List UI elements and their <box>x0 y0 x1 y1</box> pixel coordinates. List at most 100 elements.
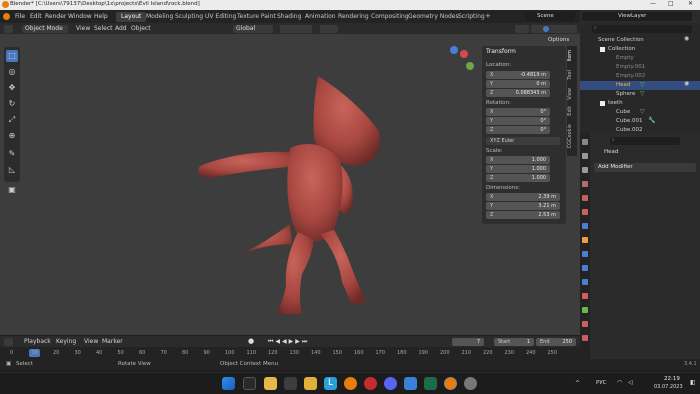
rotate-tool-icon[interactable]: ↻ <box>6 98 18 110</box>
menu-select[interactable]: Select <box>94 26 113 32</box>
scale-z-field[interactable]: Z 1.000 <box>486 174 550 182</box>
list-item[interactable]: Empty.001 <box>580 63 700 72</box>
list-item[interactable]: Empty <box>580 54 700 63</box>
editor-type-icon[interactable] <box>4 25 13 33</box>
list-item[interactable]: Empty.002 <box>580 72 700 81</box>
transform-header[interactable]: Transform <box>486 49 516 55</box>
menu-window[interactable]: Window <box>68 14 92 20</box>
list-item[interactable]: Cube.002 <box>580 126 700 133</box>
menu-add[interactable]: Add <box>115 26 127 32</box>
rotation-y-field[interactable]: Y 0° <box>486 117 550 125</box>
tab-item[interactable]: Item <box>567 50 576 61</box>
outliner-search-input[interactable]: ⌕ <box>592 25 692 33</box>
tool-tab-icon[interactable] <box>582 139 588 145</box>
menu-playback[interactable]: Playback <box>24 339 51 345</box>
options-button[interactable]: Options <box>548 37 569 44</box>
list-item[interactable]: Cube ▽ <box>580 108 700 117</box>
list-item[interactable]: Sphere ▽ <box>580 90 700 99</box>
opera-icon[interactable] <box>364 377 377 390</box>
volume-icon[interactable]: ◁ <box>628 380 633 386</box>
tab-view[interactable]: View <box>567 88 576 100</box>
app-icon[interactable] <box>284 377 297 390</box>
scale-tool-icon[interactable]: ⤢ <box>6 114 18 126</box>
measure-tool-icon[interactable]: ◺ <box>6 164 18 176</box>
notification-icon[interactable]: ◧ <box>690 380 696 386</box>
gizmo-x-icon[interactable] <box>460 50 468 58</box>
tray-chevron-icon[interactable]: ^ <box>575 381 580 387</box>
list-item[interactable]: Cube.001 🔧 <box>580 117 700 126</box>
rotation-x-field[interactable]: X 0° <box>486 108 550 116</box>
view-layer-selector[interactable]: ViewLayer <box>582 12 692 21</box>
shading-mode-group[interactable] <box>531 25 577 33</box>
list-item[interactable]: Scene Collection <box>580 36 700 45</box>
menu-keying[interactable]: Keying <box>56 339 76 345</box>
timeline-editor-icon[interactable] <box>4 338 13 346</box>
annotate-tool-icon[interactable]: ✎ <box>6 148 18 160</box>
collection-tab-icon[interactable] <box>582 223 588 229</box>
render-tab-icon[interactable] <box>582 153 588 159</box>
list-item[interactable]: Head ▽ <box>580 81 700 90</box>
physics-tab-icon[interactable] <box>582 279 588 285</box>
maximize-icon[interactable]: □ <box>668 1 674 7</box>
rotation-mode-select[interactable]: XYZ Euler <box>486 137 560 145</box>
windows-start-icon[interactable] <box>222 377 235 390</box>
settings-gear-icon[interactable] <box>464 377 477 390</box>
output-tab-icon[interactable] <box>582 167 588 173</box>
current-frame-field[interactable]: 7 <box>452 338 484 346</box>
properties-search-input[interactable]: ⌕ <box>610 137 680 145</box>
minimize-icon[interactable]: — <box>650 1 656 7</box>
list-item[interactable]: teeth <box>580 99 700 108</box>
cursor-tool-icon[interactable]: ◎ <box>6 66 18 78</box>
data-tab-icon[interactable] <box>582 307 588 313</box>
overlays-icon[interactable] <box>515 25 529 33</box>
menu-file[interactable]: File <box>15 14 25 20</box>
rotation-z-field[interactable]: Z 0° <box>486 126 550 134</box>
location-y-field[interactable]: Y 0 m <box>486 80 550 88</box>
scene-tab-icon[interactable] <box>582 195 588 201</box>
texture-tab-icon[interactable] <box>582 335 588 341</box>
view-layer-tab-icon[interactable] <box>582 181 588 187</box>
l-app-icon[interactable]: L <box>324 377 337 390</box>
timeline-ruler[interactable]: 0 10 20 30 40 50 60 70 80 90 100 110 120 130 140 150 160… <box>0 347 580 359</box>
yandex-icon[interactable] <box>304 377 317 390</box>
world-tab-icon[interactable] <box>582 209 588 215</box>
move-tool-icon[interactable]: ✥ <box>6 82 18 94</box>
add-cube-tool-icon[interactable]: ▣ <box>6 184 18 196</box>
wifi-icon[interactable]: ◠ <box>617 380 622 386</box>
menu-timeline-view[interactable]: View <box>84 339 98 345</box>
record-icon[interactable]: ● <box>248 338 254 345</box>
clock-date[interactable]: 03.07.2023 <box>654 385 683 390</box>
list-item[interactable]: Collection <box>580 45 700 54</box>
playback-controls-icon[interactable]: ⏮◀◀▶▶⏭ <box>268 339 309 345</box>
close-icon[interactable]: ✕ <box>688 1 693 7</box>
modifier-tab-icon[interactable] <box>582 251 588 257</box>
end-frame-field[interactable]: End 250 <box>536 338 576 346</box>
add-modifier-button[interactable]: Add Modifier <box>594 163 696 172</box>
scene-selector[interactable]: Scene <box>525 12 575 21</box>
file-explorer-icon[interactable] <box>264 377 277 390</box>
menu-view[interactable]: View <box>76 26 90 32</box>
proportional-edit-icon[interactable] <box>320 25 338 33</box>
menu-marker[interactable]: Marker <box>102 339 123 345</box>
blender-menu-icon[interactable] <box>3 13 10 20</box>
dimensions-y-field[interactable]: Y 3.21 m <box>486 202 560 210</box>
menu-edit[interactable]: Edit <box>30 14 42 20</box>
transform-tool-icon[interactable]: ⊕ <box>6 130 18 142</box>
scale-y-field[interactable]: Y 1.000 <box>486 165 550 173</box>
dimensions-z-field[interactable]: Z 2.53 m <box>486 211 560 219</box>
menu-object[interactable]: Object <box>131 26 151 32</box>
task-view-icon[interactable] <box>243 377 256 390</box>
add-workspace-icon[interactable]: + <box>485 13 491 20</box>
mode-selector[interactable]: Object Mode <box>22 25 68 33</box>
discord-icon[interactable] <box>384 377 397 390</box>
eye-icon[interactable]: ◉ <box>684 81 689 87</box>
blender-task-icon[interactable] <box>344 377 357 390</box>
dimensions-x-field[interactable]: X 2.39 m <box>486 193 560 201</box>
sculpted-creature-model[interactable] <box>180 74 400 314</box>
clock-time[interactable]: 22:19 <box>664 376 680 383</box>
location-z-field[interactable]: Z 0.088343 m <box>486 89 550 97</box>
photos-icon[interactable] <box>404 377 417 390</box>
tab-tool[interactable]: Tool <box>567 70 576 80</box>
material-tab-icon[interactable] <box>582 321 588 327</box>
menu-help[interactable]: Help <box>94 14 108 20</box>
